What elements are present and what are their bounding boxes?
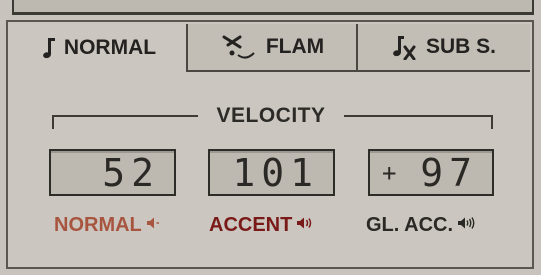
accent-audition-button[interactable]: ACCENT: [209, 214, 314, 237]
top-panel-edge: [12, 0, 534, 15]
tab-normal[interactable]: NORMAL: [12, 24, 188, 72]
single-note-icon: [42, 37, 56, 59]
ghost-accent-sign: +: [382, 158, 397, 187]
mode-tabs: NORMAL FLAM SUB S.: [12, 24, 530, 72]
speaker-mid-icon: [296, 214, 314, 237]
drum-velocity-panel: NORMAL FLAM SUB S. VELOCITY 52 101 + 97 …: [0, 0, 541, 275]
tab-label-sub-s: SUB S.: [425, 35, 496, 58]
accent-velocity-display[interactable]: 101: [208, 149, 335, 196]
normal-audition-button[interactable]: NORMAL: [54, 214, 162, 237]
flam-drumstick-icon: [220, 33, 258, 61]
ghost-accent-label: GL. ACC.: [366, 214, 454, 236]
ghost-accent-value: 97: [420, 150, 478, 195]
normal-label: NORMAL: [54, 214, 142, 236]
speaker-low-icon: [146, 214, 162, 237]
accent-label: ACCENT: [209, 214, 293, 236]
accent-velocity-value: 101: [232, 150, 319, 195]
normal-velocity-display[interactable]: 52: [49, 149, 176, 196]
velocity-title: VELOCITY: [198, 104, 344, 128]
normal-velocity-value: 52: [102, 150, 160, 195]
tab-label-normal: NORMAL: [63, 36, 157, 59]
ghost-accent-audition-button[interactable]: GL. ACC.: [366, 214, 477, 237]
ghost-accent-velocity-display[interactable]: + 97: [368, 149, 494, 196]
speaker-high-icon: [457, 214, 477, 237]
note-x-icon: [392, 34, 418, 60]
tab-flam[interactable]: FLAM: [188, 24, 358, 72]
tab-sub-s[interactable]: SUB S.: [358, 24, 530, 72]
tab-label-flam: FLAM: [265, 35, 325, 58]
